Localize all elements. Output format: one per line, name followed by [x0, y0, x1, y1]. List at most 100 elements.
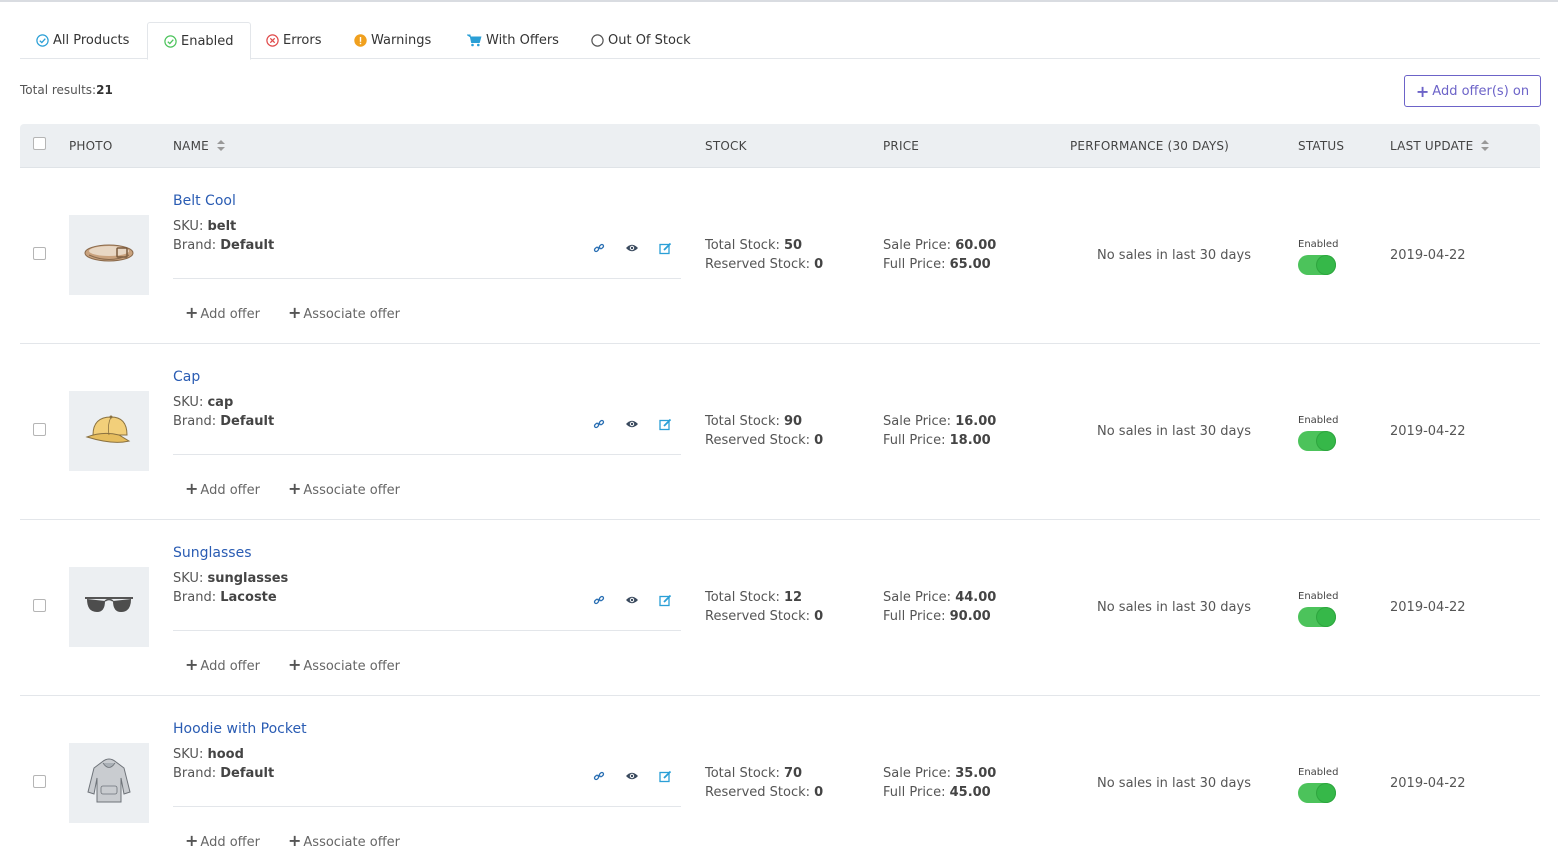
sort-icon[interactable]	[216, 139, 225, 152]
plus-icon: +	[185, 655, 199, 674]
reserved-stock: Reserved Stock: 0	[705, 785, 824, 800]
toggle-knob	[1317, 608, 1335, 626]
col-performance: PERFORMANCE (30 DAYS)	[1070, 138, 1230, 153]
associate-offer-link[interactable]: + Associate offer	[288, 831, 400, 850]
table-row: Cap SKU: cap Brand: Default + Add offer +…	[20, 344, 1540, 520]
sale-price: Sale Price: 60.00	[883, 238, 997, 253]
select-all-checkbox[interactable]	[33, 137, 46, 150]
add-offer-link[interactable]: + Add offer	[185, 479, 260, 498]
col-last-update[interactable]: LAST UPDATE	[1390, 124, 1490, 167]
product-photo	[69, 743, 149, 823]
associate-offer-link[interactable]: + Associate offer	[288, 655, 400, 674]
plus-icon: +	[185, 479, 199, 498]
product-brand: Brand: Default	[173, 238, 275, 253]
full-price: Full Price: 90.00	[883, 609, 991, 624]
sunglasses-image	[83, 592, 135, 622]
product-name-link[interactable]: Sunglasses	[173, 545, 251, 561]
tab-with-offers[interactable]: With Offers	[451, 22, 575, 59]
product-name-link[interactable]: Cap	[173, 369, 200, 385]
link-icon[interactable]	[591, 416, 607, 432]
x-circle-icon	[266, 34, 279, 47]
product-photo	[69, 567, 149, 647]
last-update-date: 2019-04-22	[1390, 776, 1466, 791]
product-name-link[interactable]: Hoodie with Pocket	[173, 721, 307, 737]
total-stock: Total Stock: 70	[705, 766, 803, 781]
col-photo: PHOTO	[69, 138, 113, 153]
status-toggle[interactable]	[1298, 607, 1336, 627]
tab-label: Enabled	[181, 33, 234, 49]
top-border	[0, 0, 1558, 2]
view-icon[interactable]	[624, 768, 640, 784]
total-stock: Total Stock: 50	[705, 238, 803, 253]
row-divider	[173, 278, 681, 279]
add-offers-button[interactable]: + Add offer(s) on	[1404, 75, 1541, 107]
col-price: PRICE	[883, 138, 920, 153]
product-sku: SKU: belt	[173, 219, 237, 234]
status-toggle[interactable]	[1298, 255, 1336, 275]
sale-price: Sale Price: 35.00	[883, 766, 997, 781]
view-icon[interactable]	[624, 592, 640, 608]
plus-icon: +	[1415, 81, 1430, 101]
add-offer-link[interactable]: + Add offer	[185, 831, 260, 850]
filter-tabs: All Products Enabled Errors Warnings Wit…	[20, 22, 1540, 60]
plus-icon: +	[288, 655, 302, 674]
warning-icon	[354, 34, 367, 47]
link-icon[interactable]	[591, 768, 607, 784]
link-icon[interactable]	[591, 240, 607, 256]
row-checkbox[interactable]	[33, 599, 46, 612]
reserved-stock: Reserved Stock: 0	[705, 433, 824, 448]
tab-out-of-stock[interactable]: Out Of Stock	[575, 22, 707, 59]
toggle-knob	[1317, 256, 1335, 274]
edit-icon[interactable]	[657, 416, 673, 432]
view-icon[interactable]	[624, 240, 640, 256]
plus-icon: +	[185, 831, 199, 850]
total-results-count: 21	[96, 83, 113, 97]
status-label: Enabled	[1298, 415, 1339, 426]
col-status: STATUS	[1298, 138, 1345, 153]
belt-image	[83, 238, 135, 272]
edit-icon[interactable]	[657, 768, 673, 784]
performance-text: No sales in last 30 days	[1097, 248, 1251, 263]
status-label: Enabled	[1298, 591, 1339, 602]
plus-icon: +	[185, 303, 199, 322]
total-stock: Total Stock: 90	[705, 414, 803, 429]
cart-icon	[467, 34, 482, 47]
tab-warnings[interactable]: Warnings	[338, 22, 447, 59]
product-brand: Brand: Default	[173, 414, 275, 429]
status-toggle[interactable]	[1298, 783, 1336, 803]
product-photo	[69, 391, 149, 471]
full-price: Full Price: 45.00	[883, 785, 991, 800]
product-name-link[interactable]: Belt Cool	[173, 193, 236, 209]
reserved-stock: Reserved Stock: 0	[705, 257, 824, 272]
add-offer-link[interactable]: + Add offer	[185, 655, 260, 674]
link-icon[interactable]	[591, 592, 607, 608]
row-checkbox[interactable]	[33, 775, 46, 788]
row-checkbox[interactable]	[33, 423, 46, 436]
hoodie-image	[86, 756, 132, 810]
add-offers-label: Add offer(s) on	[1432, 83, 1530, 99]
row-checkbox[interactable]	[33, 247, 46, 260]
cap-image	[83, 411, 135, 451]
col-name[interactable]: NAME	[173, 124, 225, 167]
sale-price: Sale Price: 44.00	[883, 590, 997, 605]
tab-label: All Products	[53, 33, 130, 48]
row-divider	[173, 806, 681, 807]
tab-all-products[interactable]: All Products	[20, 22, 145, 59]
tab-enabled[interactable]: Enabled	[147, 22, 251, 60]
status-toggle[interactable]	[1298, 431, 1336, 451]
edit-icon[interactable]	[657, 240, 673, 256]
tab-errors[interactable]: Errors	[250, 22, 337, 59]
performance-text: No sales in last 30 days	[1097, 776, 1251, 791]
full-price: Full Price: 65.00	[883, 257, 991, 272]
product-brand: Brand: Default	[173, 766, 275, 781]
associate-offer-link[interactable]: + Associate offer	[288, 479, 400, 498]
plus-icon: +	[288, 303, 302, 322]
row-divider	[173, 630, 681, 631]
add-offer-link[interactable]: + Add offer	[185, 303, 260, 322]
sort-icon[interactable]	[1481, 139, 1490, 152]
associate-offer-link[interactable]: + Associate offer	[288, 303, 400, 322]
product-sku: SKU: hood	[173, 747, 244, 762]
view-icon[interactable]	[624, 416, 640, 432]
last-update-date: 2019-04-22	[1390, 248, 1466, 263]
edit-icon[interactable]	[657, 592, 673, 608]
